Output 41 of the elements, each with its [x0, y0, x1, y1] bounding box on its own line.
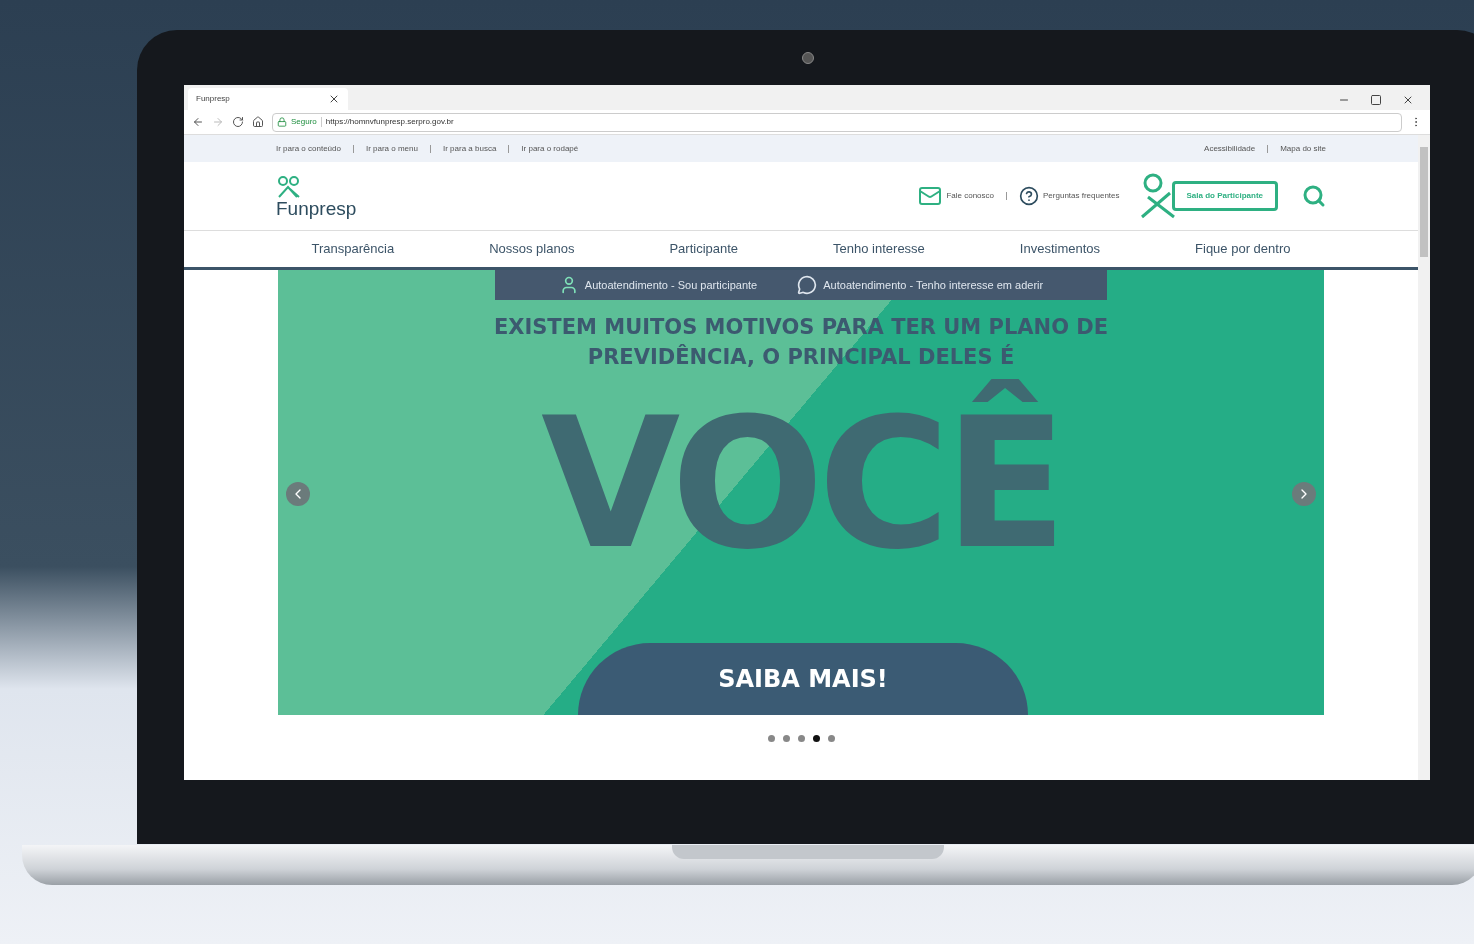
next-slide-button[interactable] [1292, 482, 1316, 506]
person-outline-icon [1139, 173, 1176, 219]
chat-icon [797, 275, 818, 295]
skip-link[interactable]: Ir para o conteúdo [276, 142, 341, 155]
quick-access-link[interactable]: Autoatendimento - Tenho interesse em aderir [797, 275, 1044, 295]
header-link[interactable]: Fale conosco [918, 184, 995, 208]
logo-icon [276, 174, 302, 199]
browser-tab[interactable]: Funpresp [188, 88, 348, 110]
nav-item[interactable]: Transparência [311, 239, 395, 259]
learn-more-button[interactable]: SAIBA MAIS! [578, 643, 1028, 715]
back-icon[interactable] [192, 116, 204, 128]
camera-icon [802, 52, 814, 64]
logo-text: Funpresp [276, 198, 357, 218]
tab-title: Funpresp [196, 93, 230, 105]
nav-item[interactable]: Participante [669, 239, 739, 259]
previous-slide-button[interactable] [286, 482, 310, 506]
nav-item[interactable]: Fique por dentro [1195, 239, 1291, 259]
url-text: https://homnvfunpresp.serpro.gov.br [325, 116, 454, 128]
nav-item[interactable]: Investimentos [1019, 239, 1101, 259]
skip-link[interactable]: Ir para o rodapé [521, 142, 579, 155]
skip-link[interactable]: Ir para o menu [365, 142, 418, 155]
home-icon[interactable] [252, 116, 264, 128]
header-link[interactable]: Perguntas frequentes [1019, 186, 1120, 206]
security-label: Seguro [291, 116, 317, 128]
quick-access-link[interactable]: Autoatendimento - Sou participante [558, 275, 758, 295]
utility-link[interactable]: Acessibilidade [1204, 142, 1256, 155]
mail-icon [918, 184, 943, 208]
skip-link[interactable]: Ir para a busca [442, 142, 497, 155]
headline-line: PREVIDÊNCIA, O PRINCIPAL DELES É [587, 343, 1015, 369]
search-icon[interactable] [1302, 184, 1326, 208]
close-window-icon[interactable] [1402, 94, 1414, 106]
close-tab-icon[interactable] [328, 93, 340, 105]
lock-icon [277, 117, 287, 127]
maximize-icon[interactable] [1370, 94, 1382, 106]
help-icon [1019, 186, 1040, 206]
nav-item[interactable]: Nossos planos [489, 239, 575, 259]
utility-link[interactable]: Mapa do site [1280, 142, 1326, 155]
address-bar[interactable]: Seguro https://homnvfunpresp.serpro.gov.br [272, 112, 1402, 132]
nav-item[interactable]: Tenho interesse [833, 239, 925, 259]
reload-icon[interactable] [232, 116, 244, 128]
headline-line: EXISTEM MUITOS MOTIVOS PARA TER UM PLANO DE [493, 314, 1109, 341]
